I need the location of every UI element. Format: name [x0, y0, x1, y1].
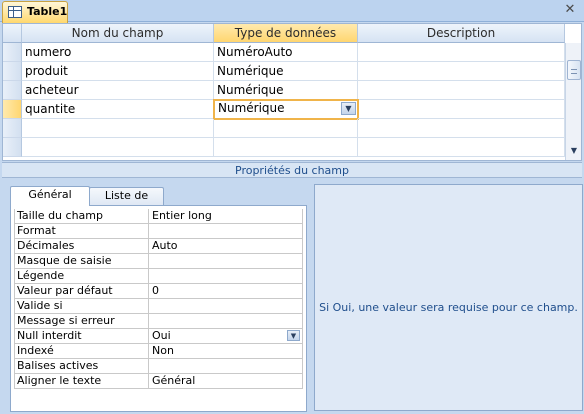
- empty-cell[interactable]: [214, 138, 358, 157]
- empty-cell[interactable]: [22, 138, 214, 157]
- tab-liste-de-choix[interactable]: Liste de choix: [89, 187, 164, 218]
- property-row[interactable]: Valide si: [14, 299, 303, 314]
- property-row[interactable]: Légende: [14, 269, 303, 284]
- table-icon: [8, 6, 22, 18]
- column-header-data-type[interactable]: Type de données: [214, 24, 358, 43]
- row-selector[interactable]: [3, 81, 22, 100]
- general-properties-sheet: Taille du champ Entier long Format Décim…: [10, 205, 307, 412]
- table-design-grid: Nom du champ Type de données Description…: [2, 23, 582, 161]
- description-cell[interactable]: [358, 81, 565, 100]
- property-value-combobox[interactable]: Oui ▼: [150, 329, 303, 344]
- property-row[interactable]: Null interdit Oui ▼: [14, 329, 303, 344]
- document-tab-table1[interactable]: Table1: [2, 1, 68, 23]
- row-selector[interactable]: [3, 62, 22, 81]
- property-help-panel: Si Oui, une valeur sera requise pour ce …: [314, 184, 583, 411]
- property-row[interactable]: Masque de saisie: [14, 254, 303, 269]
- empty-cell[interactable]: [358, 119, 565, 138]
- property-label: Légende: [14, 269, 149, 284]
- property-value[interactable]: [150, 299, 303, 314]
- property-value[interactable]: Non: [150, 344, 303, 359]
- property-row[interactable]: Balises actives: [14, 359, 303, 374]
- field-name-cell[interactable]: quantite: [22, 100, 214, 119]
- property-label: Null interdit: [14, 329, 149, 344]
- property-row[interactable]: Indexé Non: [14, 344, 303, 359]
- property-value[interactable]: Général: [150, 374, 303, 389]
- data-type-combobox[interactable]: Numérique ▼: [213, 99, 359, 120]
- scrollbar-thumb[interactable]: [567, 60, 581, 80]
- tab-general[interactable]: Général: [10, 186, 90, 206]
- field-properties-pane: Général Liste de choix Taille du champ E…: [2, 179, 583, 412]
- column-header-description[interactable]: Description: [358, 24, 565, 43]
- property-row[interactable]: Taille du champ Entier long: [14, 209, 303, 224]
- property-label: Décimales: [14, 239, 149, 254]
- property-label: Masque de saisie: [14, 254, 149, 269]
- property-label: Aligner le texte: [14, 374, 149, 389]
- scroll-down-arrow-icon[interactable]: ▼: [566, 143, 581, 159]
- property-label: Indexé: [14, 344, 149, 359]
- property-value[interactable]: [150, 314, 303, 329]
- chevron-down-icon[interactable]: ▼: [287, 330, 300, 341]
- field-properties-header: Propriétés du champ: [2, 162, 582, 178]
- data-type-combobox-value: Numérique: [218, 101, 285, 115]
- data-type-cell[interactable]: Numérique: [214, 62, 358, 81]
- property-row[interactable]: Message si erreur: [14, 314, 303, 329]
- property-label: Message si erreur: [14, 314, 149, 329]
- data-type-cell[interactable]: Numérique: [214, 81, 358, 100]
- property-value[interactable]: 0: [150, 284, 303, 299]
- field-name-cell[interactable]: numero: [22, 43, 214, 62]
- row-selector-active[interactable]: [3, 100, 22, 119]
- property-label: Format: [14, 224, 149, 239]
- property-label: Valeur par défaut: [14, 284, 149, 299]
- column-header-field-name[interactable]: Nom du champ: [22, 24, 214, 43]
- property-row[interactable]: Format: [14, 224, 303, 239]
- property-row[interactable]: Aligner le texte Général: [14, 374, 303, 389]
- property-value[interactable]: [150, 224, 303, 239]
- property-value[interactable]: Auto: [150, 239, 303, 254]
- property-label: Taille du champ: [14, 209, 149, 224]
- empty-cell[interactable]: [358, 138, 565, 157]
- description-cell[interactable]: [358, 62, 565, 81]
- property-value[interactable]: Entier long: [150, 209, 303, 224]
- property-label: Valide si: [14, 299, 149, 314]
- description-cell[interactable]: [358, 100, 565, 119]
- property-value[interactable]: [150, 269, 303, 284]
- chevron-down-icon[interactable]: ▼: [341, 102, 356, 115]
- close-icon[interactable]: ✕: [562, 2, 578, 18]
- property-value[interactable]: [150, 254, 303, 269]
- row-selector[interactable]: [3, 43, 22, 62]
- property-label: Balises actives: [14, 359, 149, 374]
- row-selector[interactable]: [3, 119, 22, 138]
- field-name-cell[interactable]: produit: [22, 62, 214, 81]
- data-type-cell[interactable]: NuméroAuto: [214, 43, 358, 62]
- property-row[interactable]: Décimales Auto: [14, 239, 303, 254]
- description-cell[interactable]: [358, 43, 565, 62]
- empty-cell[interactable]: [214, 119, 358, 138]
- field-name-cell[interactable]: acheteur: [22, 81, 214, 100]
- document-tab-strip: Table1 ✕: [0, 0, 584, 23]
- property-row[interactable]: Valeur par défaut 0: [14, 284, 303, 299]
- vertical-scrollbar[interactable]: ▼: [565, 43, 581, 160]
- property-value[interactable]: [150, 359, 303, 374]
- select-all-corner[interactable]: [3, 24, 22, 43]
- property-value: Oui: [152, 329, 171, 342]
- document-tab-label: Table1: [27, 5, 68, 18]
- empty-cell[interactable]: [22, 119, 214, 138]
- property-help-text: Si Oui, une valeur sera requise pour ce …: [319, 301, 578, 314]
- row-selector[interactable]: [3, 138, 22, 157]
